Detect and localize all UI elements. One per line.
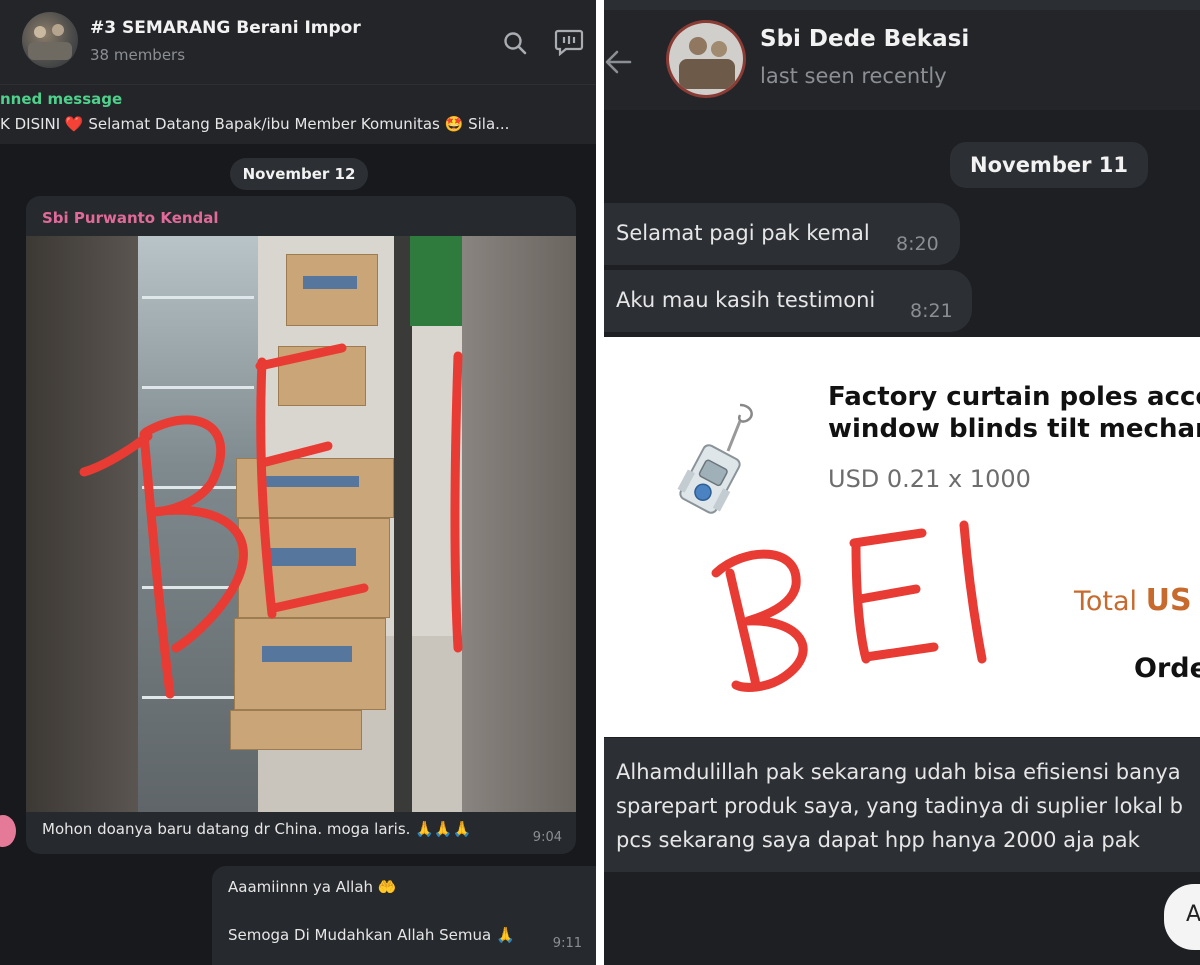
outgoing-message-bubble[interactable]: Aaamiinnn ya Allah 🤲 Semoga Di Mudahkan … [212, 866, 596, 965]
reply-line-2: Semoga Di Mudahkan Allah Semua 🙏 [228, 926, 515, 944]
photo-message-bubble[interactable]: Sbi Purwanto Kendal Mohon doanya baru da… [26, 196, 576, 854]
left-chat-screenshot: #3 SEMARANG Berani Impor 38 members nned… [0, 0, 596, 965]
sender-avatar-icon[interactable] [0, 815, 16, 847]
screenshot-divider [596, 0, 604, 965]
order-screenshot-image[interactable]: Factory curtain poles accesso window bli… [604, 337, 1200, 737]
group-chat-header: #3 SEMARANG Berani Impor 38 members [0, 0, 596, 84]
message-time: 8:20 [896, 233, 939, 255]
outgoing-message-text: A [1186, 902, 1200, 927]
incoming-message-bubble[interactable]: Selamat pagi pak kemal 8:20 [604, 203, 960, 265]
right-chat-screenshot: Sbi Dede Bekasi last seen recently Novem… [604, 0, 1200, 965]
message-sender[interactable]: Sbi Purwanto Kendal [42, 209, 219, 227]
message-caption: Mohon doanya baru datang dr China. moga … [42, 820, 472, 838]
contact-name[interactable]: Sbi Dede Bekasi [760, 26, 969, 52]
group-title[interactable]: #3 SEMARANG Berani Impor [90, 18, 361, 38]
testimony-message-bubble[interactable]: Alhamdulillah pak sekarang udah bisa efi… [604, 738, 1200, 872]
reply-time: 9:11 [552, 936, 582, 951]
contact-status: last seen recently [760, 64, 947, 88]
contact-chat-header: Sbi Dede Bekasi last seen recently [604, 0, 1200, 110]
contact-avatar[interactable] [666, 20, 746, 98]
message-photo[interactable] [26, 236, 576, 812]
reply-line-1: Aaamiinnn ya Allah 🤲 [228, 878, 397, 896]
incoming-message-bubble[interactable]: Aku mau kasih testimoni 8:21 [604, 270, 972, 332]
outgoing-message-bubble[interactable]: A [1164, 884, 1200, 950]
member-count: 38 members [90, 46, 186, 64]
date-separator: November 11 [950, 142, 1148, 188]
message-text: Aku mau kasih testimoni [616, 288, 876, 312]
pinned-message-text: K DISINI ❤️ Selamat Datang Bapak/ibu Mem… [0, 115, 510, 133]
testimony-line-3: pcs sekarang saya dapat hpp hanya 2000 a… [616, 828, 1140, 852]
search-icon[interactable] [502, 30, 528, 56]
message-time: 8:21 [910, 300, 953, 322]
product-title: Factory curtain poles accesso window bli… [828, 382, 1200, 444]
message-text: Selamat pagi pak kemal [616, 221, 870, 245]
back-arrow-icon[interactable] [604, 48, 634, 76]
tilt-mechanism-product-image [677, 403, 753, 514]
order-total: Total US [1074, 583, 1192, 618]
testimony-line-1: Alhamdulillah pak sekarang udah bisa efi… [616, 760, 1181, 784]
video-chat-icon[interactable] [554, 28, 584, 56]
pinned-message-label: nned message [0, 90, 123, 108]
date-separator: November 12 [230, 158, 368, 190]
product-price: USD 0.21 x 1000 [828, 465, 1031, 493]
group-avatar[interactable] [22, 12, 78, 68]
order-label: Orde [1134, 653, 1200, 684]
message-time: 9:04 [532, 830, 562, 845]
pinned-message-bar[interactable]: nned message K DISINI ❤️ Selamat Datang … [0, 84, 596, 144]
testimony-line-2: sparepart produk saya, yang tadinya di s… [616, 794, 1183, 818]
